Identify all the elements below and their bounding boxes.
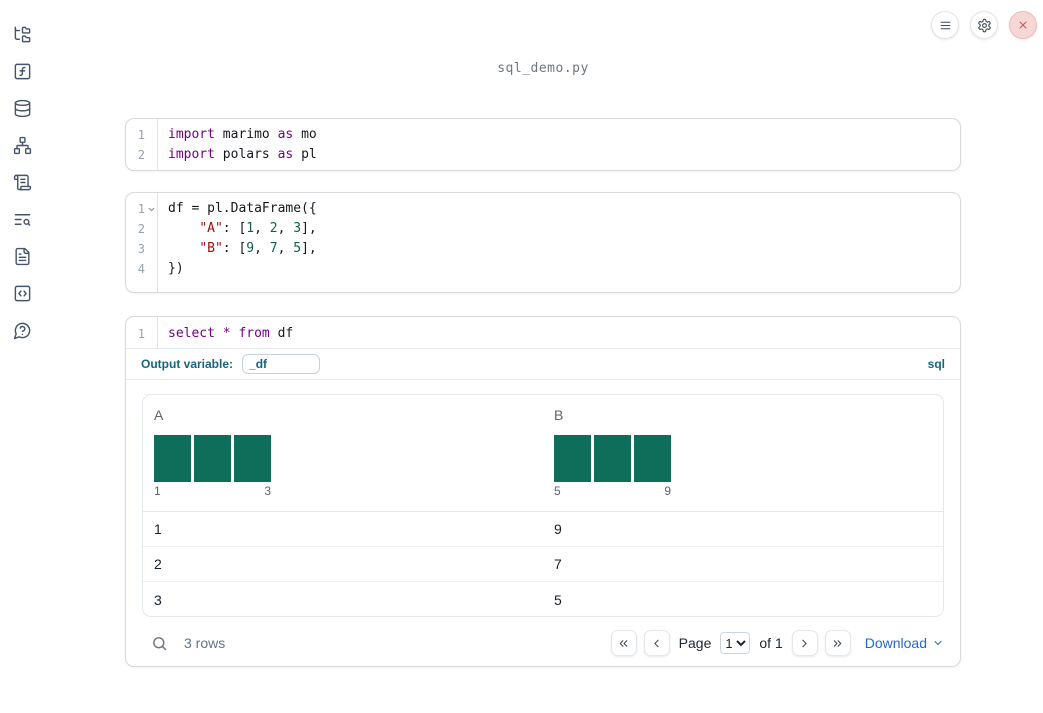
pagination: Page 1 of 1 xyxy=(610,630,851,656)
code-cell-imports[interactable]: 1 2 import marimo as mo import polars as pl xyxy=(125,118,961,171)
table-footer: 3 rows Page 1 of 1 Download xyxy=(142,626,944,660)
line-number: 2 xyxy=(137,222,145,236)
sql-cell[interactable]: 1 select * from df Output variable: sql A… xyxy=(125,316,961,667)
row-count-label: 3 rows xyxy=(184,635,226,651)
shutdown-button[interactable] xyxy=(1009,11,1037,39)
chevron-left-icon xyxy=(654,639,659,647)
column-histogram[interactable]: 59 xyxy=(554,435,671,498)
help-icon[interactable] xyxy=(12,320,32,340)
dependency-graph-icon[interactable] xyxy=(12,135,32,155)
table-header-row: A 13 B 59 xyxy=(143,395,943,512)
output-variable-input[interactable] xyxy=(242,354,321,374)
chevron-right-icon xyxy=(802,639,807,647)
left-panel-toolbar xyxy=(0,0,44,713)
page-select[interactable]: 1 xyxy=(720,632,751,654)
table-body: 192735 xyxy=(143,512,943,616)
download-label: Download xyxy=(864,635,927,651)
table-cell: 2 xyxy=(154,556,162,572)
sql-code-editor[interactable]: 1 select * from df xyxy=(126,317,960,348)
table-cell: 3 xyxy=(154,591,162,608)
code-line: }) xyxy=(168,261,184,276)
first-page-button[interactable] xyxy=(610,630,637,656)
table-row[interactable]: 27 xyxy=(143,547,943,582)
dataframe-table: A13B59 192735 xyxy=(142,394,944,617)
window-controls xyxy=(931,11,1037,39)
next-page-button[interactable] xyxy=(791,630,818,656)
page-label: Page xyxy=(678,635,712,651)
line-number: 1 xyxy=(137,327,145,341)
menu-button[interactable] xyxy=(931,11,959,39)
histogram-bar xyxy=(234,435,271,482)
settings-button[interactable] xyxy=(970,11,998,39)
prev-page-button[interactable] xyxy=(643,630,670,656)
code-line: select * from df xyxy=(168,326,294,341)
line-number-gutter: 1 xyxy=(126,317,158,348)
chevrons-left-icon xyxy=(619,639,628,647)
logs-scroll-icon[interactable] xyxy=(12,172,32,192)
table-cell: 7 xyxy=(554,556,562,572)
histogram-bar xyxy=(154,435,191,482)
download-button[interactable]: Download xyxy=(865,635,944,651)
page-of-label: of 1 xyxy=(759,635,783,651)
code-line: df = pl.DataFrame({ xyxy=(168,201,317,216)
language-badge: sql xyxy=(927,357,945,371)
gear-icon xyxy=(977,18,991,32)
column-histogram[interactable]: 13 xyxy=(154,435,271,498)
chevron-down-icon xyxy=(934,641,942,645)
line-number-gutter: 1 2 3 4 xyxy=(126,193,158,292)
histogram-bar xyxy=(594,435,631,482)
hamburger-icon xyxy=(940,21,950,29)
code-lines[interactable]: df = pl.DataFrame({ "A": [1, 2, 3], "B":… xyxy=(158,193,960,292)
code-line: "B": [9, 7, 5], xyxy=(199,241,317,256)
variables-function-icon[interactable] xyxy=(12,61,32,81)
line-number: 3 xyxy=(137,242,145,256)
code-line: "A": [1, 2, 3], xyxy=(199,221,317,236)
documentation-file-icon[interactable] xyxy=(12,246,32,266)
close-x-icon xyxy=(1019,21,1027,29)
code-cell-dataframe[interactable]: 1 2 3 4 df = pl.DataFrame({ "A": [1, 2, 3], … xyxy=(125,192,961,293)
line-number-gutter: 12 xyxy=(126,119,158,170)
histogram-bar xyxy=(194,435,231,482)
column-header-a[interactable]: A 13 xyxy=(143,395,543,511)
fold-chevron-icon[interactable] xyxy=(147,205,156,214)
last-page-button[interactable] xyxy=(824,630,851,656)
histogram-range-labels: 13 xyxy=(154,484,271,498)
sql-cell-toolbar: Output variable: sql xyxy=(126,349,960,379)
line-number: 1 xyxy=(126,199,157,219)
datasources-database-icon[interactable] xyxy=(12,98,32,118)
code-lines[interactable]: select * from df xyxy=(158,317,960,348)
line-number: 2 xyxy=(137,148,145,162)
histogram-bar xyxy=(634,435,671,482)
code-line: import polars as pl xyxy=(168,147,317,162)
table-cell: 5 xyxy=(554,591,562,608)
column-name: A xyxy=(154,407,164,423)
column-header-b[interactable]: B 59 xyxy=(543,395,943,511)
snippets-code-icon[interactable] xyxy=(12,283,32,303)
histogram-range-labels: 59 xyxy=(554,484,671,498)
code-line: import marimo as mo xyxy=(168,127,317,142)
histogram-bar xyxy=(554,435,591,482)
table-cell: 1 xyxy=(154,521,162,537)
notebook-filename: sql_demo.py xyxy=(497,61,589,76)
table-row[interactable]: 35 xyxy=(143,582,943,616)
code-lines[interactable]: import marimo as mo import polars as pl xyxy=(158,119,960,170)
table-cell: 9 xyxy=(554,521,562,537)
sql-output-area: A13B59 192735 3 rows Page 1 of 1 Downloa… xyxy=(126,380,960,668)
code-editor[interactable]: 1 2 import marimo as mo import polars as pl xyxy=(126,119,960,170)
code-editor[interactable]: 1 2 3 4 df = pl.DataFrame({ "A": [1, 2, 3], … xyxy=(126,193,960,292)
outline-search-icon[interactable] xyxy=(12,209,32,229)
line-number: 1 xyxy=(137,128,145,142)
file-explorer-icon[interactable] xyxy=(12,24,32,44)
search-icon[interactable] xyxy=(151,635,168,652)
column-name: B xyxy=(554,407,564,423)
output-variable-label: Output variable: xyxy=(141,357,234,371)
line-number: 4 xyxy=(137,262,145,276)
chevrons-right-icon xyxy=(833,639,842,647)
table-row[interactable]: 19 xyxy=(143,512,943,547)
